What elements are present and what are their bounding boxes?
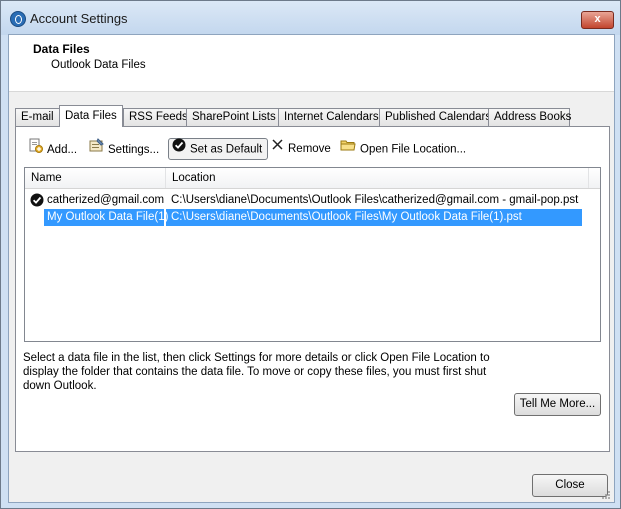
remove-button[interactable]: Remove xyxy=(271,139,331,159)
data-files-panel: Add... Settings... Set as Default Remove xyxy=(15,126,610,452)
data-files-list[interactable]: Name Location catherized@gmail.com C:\Us… xyxy=(24,167,601,342)
description-text: Select a data file in the list, then cli… xyxy=(23,352,490,392)
settings-label: Settings... xyxy=(108,144,160,157)
tab-data-files[interactable]: Data Files xyxy=(59,105,123,127)
settings-icon xyxy=(89,138,104,160)
file-name: catherized@gmail.com xyxy=(47,194,165,206)
settings-button[interactable]: Settings... xyxy=(89,138,160,160)
open-file-location-button[interactable]: Open File Location... xyxy=(340,139,466,159)
page-title: Data Files xyxy=(33,42,90,56)
title-bar[interactable]: Account Settings x xyxy=(1,1,620,35)
set-as-default-label: Set as Default xyxy=(190,143,263,156)
checkmark-icon xyxy=(172,138,186,159)
remove-x-icon xyxy=(271,138,284,158)
add-button[interactable]: Add... xyxy=(28,138,78,160)
dialog-client-area: Data Files Outlook Data Files E-mail Dat… xyxy=(8,34,615,503)
tab-sharepoint-lists[interactable]: SharePoint Lists xyxy=(186,108,281,126)
column-header-location[interactable]: Location xyxy=(166,168,589,188)
tell-me-more-button[interactable]: Tell Me More... xyxy=(514,393,601,416)
tab-internet-calendars[interactable]: Internet Calendars xyxy=(278,108,382,126)
tab-address-books[interactable]: Address Books xyxy=(488,108,571,126)
window-close-button[interactable]: x xyxy=(581,11,614,29)
file-name: My Outlook Data File(1) xyxy=(47,211,169,223)
tab-email[interactable]: E-mail xyxy=(15,108,61,126)
file-location: C:\Users\diane\Documents\Outlook Files\M… xyxy=(171,211,522,223)
tab-rss-feeds[interactable]: RSS Feeds xyxy=(123,108,188,126)
dialog-header: Data Files Outlook Data Files xyxy=(9,35,614,92)
toolbar: Add... Settings... Set as Default Remove xyxy=(16,137,606,163)
close-button[interactable]: Close xyxy=(532,474,608,497)
list-header: Name Location xyxy=(25,168,600,189)
list-item[interactable]: catherized@gmail.com C:\Users\diane\Docu… xyxy=(25,192,600,209)
set-as-default-button[interactable]: Set as Default xyxy=(168,138,269,160)
resize-grip-icon[interactable] xyxy=(601,490,611,500)
add-file-icon xyxy=(28,138,43,160)
list-item[interactable]: My Outlook Data File(1) C:\Users\diane\D… xyxy=(25,209,600,226)
open-file-location-label: Open File Location... xyxy=(360,143,467,156)
add-label: Add... xyxy=(47,144,78,157)
page-subtitle: Outlook Data Files xyxy=(51,59,146,71)
remove-label: Remove xyxy=(288,143,331,156)
file-location: C:\Users\diane\Documents\Outlook Files\c… xyxy=(171,194,579,206)
tab-published-calendars[interactable]: Published Calendars xyxy=(379,108,492,126)
outlook-icon xyxy=(10,11,26,27)
window-title: Account Settings xyxy=(30,11,128,26)
account-settings-window: Account Settings x Data Files Outlook Da… xyxy=(0,0,621,509)
folder-icon xyxy=(340,138,356,159)
column-header-name[interactable]: Name xyxy=(25,168,166,188)
